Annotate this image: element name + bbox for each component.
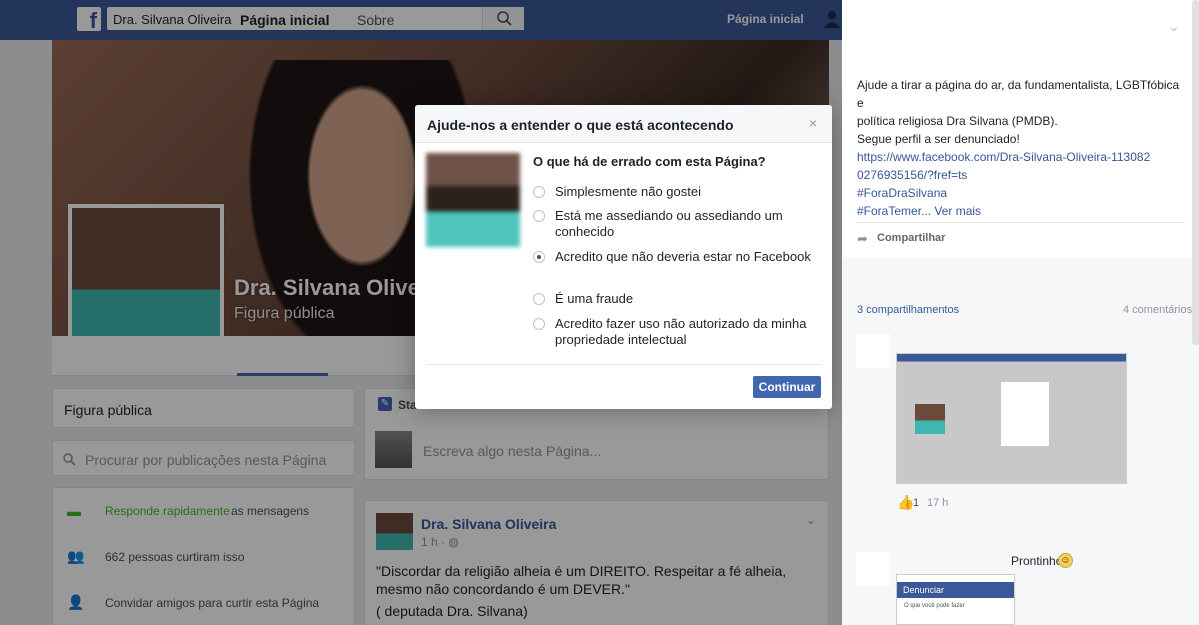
comment-screenshot[interactable] (896, 353, 1127, 484)
page-thumbnail (426, 153, 520, 247)
radio-button[interactable] (533, 293, 545, 305)
radio-button[interactable] (533, 318, 545, 330)
option-label: Acredito fazer uso não autorizado da min… (555, 316, 807, 347)
smile-emoji-icon: ☺ (1058, 553, 1073, 568)
share-button[interactable]: Compartilhar (877, 232, 945, 244)
profile-link-cont[interactable]: 0276935156/?fref=ts (857, 166, 1182, 184)
option-label: Está me assediando ou assediando um conh… (555, 208, 783, 239)
text-line: política religiosa Dra Silvana (PMDB). (857, 114, 1058, 128)
avatar[interactable] (856, 334, 890, 368)
post-description: Ajude a tirar a página do ar, da fundame… (857, 76, 1182, 220)
comment-time[interactable]: 17 h (927, 497, 948, 509)
screenshot-dialog (1001, 382, 1049, 446)
shares-count[interactable]: 3 compartilhamentos (857, 304, 959, 316)
report-dialog: Ajude-nos a entender o que está acontece… (415, 105, 832, 409)
scrollbar[interactable] (1192, 0, 1199, 345)
profile-link[interactable]: https://www.facebook.com/Dra-Silvana-Oli… (857, 148, 1182, 166)
comments-count[interactable]: 4 comentários (1123, 304, 1192, 316)
dialog-title: Ajude-nos a entender o que está acontece… (427, 117, 734, 133)
divider (857, 222, 1185, 223)
close-icon[interactable]: × (809, 115, 817, 131)
like-count: 1 (913, 497, 920, 509)
screenshot-profile (915, 404, 945, 434)
chevron-down-icon[interactable]: ⌄ (1168, 18, 1180, 35)
option-label: É uma fraude (555, 291, 634, 306)
share-icon: ➦ (857, 231, 868, 246)
see-more-link[interactable]: ... Ver mais (921, 204, 981, 218)
text-line: Segue perfil a ser denunciado! (857, 132, 1020, 146)
hashtag-link[interactable]: #ForaDraSilvana (857, 184, 1182, 202)
radio-button[interactable] (533, 186, 545, 198)
like-icon[interactable]: 👍 (897, 494, 914, 511)
radio-button-selected[interactable] (533, 251, 545, 263)
dialog-question: O que há de errado com esta Página? (533, 154, 766, 169)
text-line: Ajude a tirar a página do ar, da fundame… (857, 78, 1180, 110)
hashtag-link[interactable]: #ForaTemer (857, 204, 921, 218)
continue-button[interactable]: Continuar (753, 376, 821, 398)
radio-button[interactable] (533, 210, 545, 222)
divider (426, 364, 822, 365)
option-label: Simplesmente não gostei (555, 184, 701, 199)
option-label: Acredito que não deveria estar no Facebo… (555, 249, 811, 264)
avatar[interactable] (856, 552, 890, 586)
screenshot-text: O que você pode fazer (904, 603, 965, 609)
screenshot-header: Denunciar (897, 582, 1014, 598)
